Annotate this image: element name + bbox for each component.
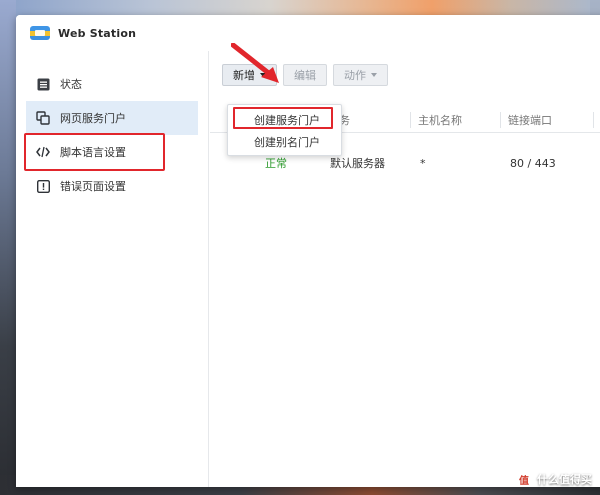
chevron-down-icon (371, 73, 377, 77)
title-bar[interactable]: Web Station (16, 15, 600, 51)
column-header-hostname[interactable]: 主机名称 (418, 107, 462, 133)
watermark-logo-icon: 值 (516, 471, 532, 487)
column-header-port[interactable]: 链接端口 (508, 107, 552, 133)
sidebar-item-status[interactable]: 状态 (16, 67, 208, 101)
row-hostname: * (420, 156, 426, 170)
list-icon (36, 77, 50, 91)
new-button-label: 新增 (233, 69, 255, 82)
row-port: 80 / 443 (510, 156, 556, 170)
web-station-app-icon (30, 26, 50, 40)
sidebar-item-web-portal[interactable]: 网页服务门户 (26, 101, 198, 135)
portal-icon (36, 111, 50, 125)
edit-button-label: 编辑 (294, 69, 316, 82)
sidebar: 状态 网页服务门户 脚本语言设置 错误页面设置 (16, 51, 209, 487)
warning-icon (36, 179, 50, 193)
edit-button[interactable]: 编辑 (283, 64, 327, 86)
sidebar-item-label: 脚本语言设置 (60, 146, 126, 159)
web-station-window: Web Station 状态 网页服务门户 脚本语言设置 错误页面设置 新增 编… (16, 15, 600, 487)
menu-item-create-alias-portal[interactable]: 创建别名门户 (228, 131, 341, 153)
column-separator (593, 112, 594, 128)
window-title: Web Station (58, 26, 137, 40)
column-separator (410, 112, 411, 128)
sidebar-item-script-language[interactable]: 脚本语言设置 (16, 135, 208, 169)
column-separator (500, 112, 501, 128)
chevron-down-icon (260, 73, 266, 77)
new-button[interactable]: 新增 (222, 64, 277, 86)
action-button-label: 动作 (344, 69, 366, 82)
watermark-text: 什么值得买 (537, 473, 592, 486)
toolbar: 新增 编辑 动作 (222, 64, 388, 86)
menu-item-create-service-portal[interactable]: 创建服务门户 (228, 109, 341, 131)
new-dropdown-menu: 创建服务门户 创建别名门户 (227, 104, 342, 156)
desktop-wallpaper-left (0, 0, 16, 495)
code-icon (36, 145, 50, 159)
action-button[interactable]: 动作 (333, 64, 388, 86)
sidebar-item-label: 状态 (60, 78, 82, 91)
sidebar-item-label: 网页服务门户 (60, 112, 126, 125)
sidebar-item-label: 错误页面设置 (60, 180, 126, 193)
watermark: 值 什么值得买 (516, 471, 592, 487)
sidebar-item-error-pages[interactable]: 错误页面设置 (16, 169, 208, 203)
